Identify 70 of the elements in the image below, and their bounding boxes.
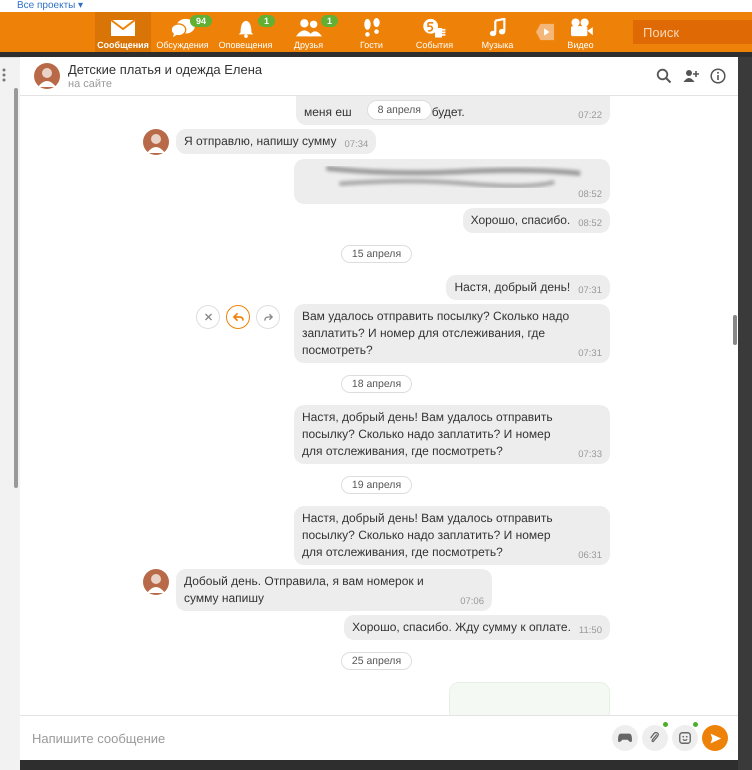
send-icon [708, 732, 722, 744]
nav-tab[interactable]: Оповещения 1 [214, 12, 277, 52]
events-icon [422, 18, 448, 38]
nav-tab[interactable]: Друзья 1 [277, 12, 340, 52]
nav-tab[interactable]: Обсуждения 94 [151, 12, 214, 52]
date-label: 25 апреля [340, 652, 412, 670]
nav-tab[interactable]: Видео [549, 12, 612, 52]
message-time: 08:52 [578, 218, 602, 230]
more-icon[interactable] [2, 68, 6, 82]
contact-name[interactable]: Детские платья и одежда Елена [68, 62, 648, 77]
nav-tab[interactable]: Музыка [466, 12, 529, 52]
projects-link[interactable]: Все проекты ▾ [17, 0, 84, 11]
message-time: 07:31 [578, 285, 602, 297]
people-icon [296, 18, 322, 38]
forward-button[interactable] [256, 305, 280, 329]
scrollbar[interactable] [733, 315, 737, 345]
forward-icon [262, 312, 274, 322]
online-status: на сайте [68, 78, 114, 90]
date-label: 18 апреля [340, 375, 412, 393]
message-text: Я отправлю, напишу сумму [184, 133, 336, 150]
gamepad-icon [618, 731, 632, 745]
count-badge: 1 [258, 15, 275, 27]
close-icon [202, 312, 214, 322]
message-time: 07:06 [460, 596, 484, 608]
envelope-icon [110, 18, 136, 38]
message-time: 07:34 [344, 139, 368, 151]
count-badge: 1 [320, 15, 338, 27]
date-label: 19 апреля [340, 476, 412, 494]
message-time: 11:50 [578, 625, 602, 637]
message-time: 06:31 [578, 550, 602, 562]
message-text: меня еш [304, 104, 352, 121]
scrollbar[interactable] [14, 88, 18, 488]
message-text: Настя, добрый день! [454, 279, 570, 296]
attach-button[interactable] [642, 725, 668, 751]
send-button[interactable] [702, 725, 728, 751]
smiley-icon [678, 731, 692, 745]
message-text: Хорошо, спасибо. Жду сумму к оплате. [352, 619, 571, 636]
add-person-icon[interactable] [683, 68, 699, 84]
reply-button[interactable] [226, 305, 250, 329]
games-button[interactable] [612, 725, 638, 751]
reply-icon [232, 312, 244, 322]
count-badge: 94 [190, 15, 212, 27]
play-icon [535, 23, 555, 41]
message-text: Хорошо, спасибо. [470, 212, 570, 229]
search-icon[interactable] [656, 68, 672, 84]
close-button[interactable] [196, 305, 220, 329]
message-text: будет. [432, 104, 465, 121]
message-text: Настя, добрый день! Вам удалось отправить посылку? Сколько надо заплатить? И номер для отслеживания, где посмотреть? [302, 510, 554, 561]
nav-tab[interactable]: События [403, 12, 466, 52]
message-text: Добоый день. Отправила, я вам номерок и сумму напишу [184, 573, 425, 607]
message-time: 08:52 [578, 189, 602, 201]
avatar[interactable] [143, 569, 169, 595]
avatar[interactable] [143, 129, 169, 155]
message-time: 07:22 [578, 110, 602, 122]
notification-dot [693, 722, 698, 727]
nav-tab[interactable]: Сообщения [95, 12, 151, 52]
nav-tab[interactable]: Гости [340, 12, 403, 52]
message-text: Настя, добрый день! Вам удалось отправить посылку? Сколько надо заплатить? И номер для отслеживания, где посмотреть? [302, 409, 554, 460]
search-field[interactable]: Поиск [633, 20, 752, 44]
message-time: 07:31 [578, 348, 602, 360]
paperclip-icon [648, 731, 662, 745]
date-label: 15 апреля [340, 245, 412, 263]
date-label: 8 апреля [366, 100, 432, 120]
smiley-button[interactable] [672, 725, 698, 751]
message-time: 07:33 [578, 449, 602, 461]
avatar[interactable] [34, 63, 60, 89]
message-text: Вам удалось отправить посылку? Сколько надо заплатить? И номер для отслеживания, где посмотреть? [302, 308, 570, 359]
info-icon[interactable] [710, 68, 726, 84]
notification-dot [663, 722, 668, 727]
speech-bubbles-icon [170, 18, 196, 38]
